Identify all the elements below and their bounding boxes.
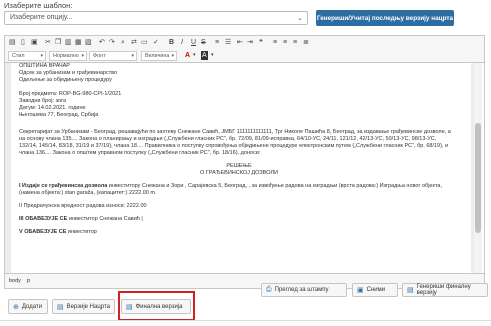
replace-icon[interactable]: ⇄ [131,38,137,47]
print-preview-button[interactable]: ⎙ Преглед за штампу [261,283,347,297]
numbered-list-icon[interactable]: ≡ [215,38,219,47]
cut-icon[interactable]: ✂ [45,38,51,47]
paste-word-icon[interactable]: ▧ [85,38,92,47]
new-page-icon[interactable]: ▯ [21,38,25,47]
doc-section-3-text: инвеститор Снежана Савић [67,216,142,222]
doc-line: Заводни број: зога [19,98,67,104]
align-right-icon[interactable]: ≡ [293,38,297,47]
save-label: Сними [366,287,386,293]
outdent-icon[interactable]: ⇤ [237,38,243,47]
chevron-down-icon[interactable]: ▾ [193,51,196,60]
chevron-down-icon: ▾ [40,53,43,59]
path-body[interactable]: body [9,278,21,284]
size-dropdown[interactable]: Величина ▾ [141,51,177,61]
chevron-down-icon[interactable]: ▾ [211,51,214,60]
doc-body-line: Секретаријат за Урбанизам - Београд, реш… [19,129,451,135]
doc-body-line: на основу члана 135.... Закона о планира… [19,136,437,142]
generate-final-button[interactable]: ▤ Генериши финалну верзију [402,283,488,297]
template-label: Изаберите шаблон: [4,1,73,10]
chevron-down-icon: ▾ [81,53,84,59]
format-dropdown[interactable]: Нормално ▾ [49,51,87,61]
doc-section-1-title: I Издаје се грађевинска дозвола [19,183,108,189]
path-p[interactable]: p [27,278,30,284]
doc-section-4: V ОБАВЕЗУЈЕ СЕ инвеститор [19,229,97,236]
doc-section-2: II Предрачунска вредност радова износи: … [19,203,147,209]
scrollbar-thumb[interactable] [475,123,481,233]
style-dropdown-label: Стил [12,53,25,59]
save-icon: ▣ [357,287,364,294]
doc-section-4-title: V ОБАВЕЗУЈЕ СЕ [19,229,67,235]
print-icon: ⎙ [266,286,272,293]
paste-icon[interactable]: ▥ [65,38,72,47]
text-color-icon[interactable]: A [185,51,190,60]
size-dropdown-label: Величина [145,53,170,59]
add-label: Додати [21,303,43,310]
generate-load-draft-button[interactable]: Генериши/Учитај последњу верзију нацрта [316,10,454,26]
doc-body-line: члана 136.... Закона о општем управном п… [19,150,261,156]
doc-heading: РЕШЕЊЕ [226,163,252,169]
spellcheck-icon[interactable]: ✓ [153,38,159,47]
blockquote-icon[interactable]: ❝ [259,38,263,47]
plus-icon: ⊕ [13,303,19,311]
print-preview-label: Преглед за штампу [274,287,329,293]
doc-body-line: (намена објекта:) stan garaža, (капаците… [19,190,157,196]
style-dropdown[interactable]: Стил ▾ [8,51,46,61]
paste-text-icon[interactable]: ▦ [75,38,82,47]
doc-line: Одељење за обједињену процедуру [19,77,112,83]
italic-icon[interactable]: I [181,38,183,47]
indent-icon[interactable]: ⇥ [247,38,253,47]
align-center-icon[interactable]: ≡ [283,38,287,47]
doc-section-4-text: инвеститор [66,229,97,235]
strike-icon[interactable]: S [201,38,206,47]
find-icon[interactable]: ⌕ [121,38,125,47]
font-dropdown-label: Фонт [93,53,106,59]
copy-icon[interactable]: ❐ [55,38,61,47]
redo-icon[interactable]: ↷ [109,38,115,47]
doc-section-3-title: III ОБАВЕЗУЈЕ СЕ [19,216,68,222]
text-cursor: | [141,216,143,222]
chevron-down-icon: ▾ [171,53,174,59]
document-page: ОПШТИНА ВРАЧАР Одсек за урбанизам и грађ… [11,63,471,273]
generate-final-label: Генериши финалну верзију [416,284,471,296]
save-button[interactable]: ▣ Сними [352,283,398,297]
bold-icon[interactable]: B [169,38,174,47]
doc-section-1: I Издаје се грађевинска дозвола инвестит… [19,183,442,190]
undo-icon[interactable]: ↶ [99,38,105,47]
doc-line: Одсек за урбанизам и грађевинарство [19,70,118,76]
editor-scrollbar[interactable] [474,63,482,273]
document-icon: ▤ [407,287,414,294]
editor-content[interactable]: ОПШТИНА ВРАЧАР Одсек за урбанизам и грађ… [5,63,475,273]
justify-icon[interactable]: ≣ [303,38,309,47]
document-icon: ▤ [57,303,64,311]
source-icon[interactable]: ▤ [9,38,16,47]
template-select[interactable]: Изаберите опцију... ⌄ [4,11,308,25]
rich-text-editor: ▤ ▯ ▣ ✂ ❐ ▥ ▦ ▧ ↶ ↷ ⌕ ⇄ ▭ ✓ B I U S ≡ ☰ … [4,35,485,289]
format-dropdown-label: Нормално [53,53,79,59]
bullet-list-icon[interactable]: ☰ [225,38,231,47]
underline-icon[interactable]: U [191,38,196,47]
template-select-value: Изаберите опцију... [10,14,73,21]
divider [0,320,491,321]
doc-line: Датум: 14.02.2021. године [19,105,86,111]
draft-versions-label: Верзије Нацрта [66,303,111,310]
doc-section-3: III ОБАВЕЗУЈЕ СЕ инвеститор Снежана Сави… [19,216,143,223]
bg-color-icon[interactable]: A [201,51,208,60]
doc-line: Његошева 77, Београд, Србија [19,112,99,118]
doc-line: ОПШТИНА ВРАЧАР [19,63,70,69]
doc-heading: О ГРАЂЕВИНСКОЈ ДОЗВОЛИ [199,170,279,176]
font-dropdown[interactable]: Фонт ▾ [89,51,137,61]
align-left-icon[interactable]: ≡ [273,38,277,47]
doc-body-line: 132/14, 145/14, 83/18, 31/19 и 37/19), ч… [19,143,449,149]
select-all-icon[interactable]: ▭ [141,38,148,47]
preview-icon[interactable]: ▣ [31,38,38,47]
highlight-box [118,291,195,321]
draft-versions-button[interactable]: ▤ Верзије Нацрта [52,299,115,314]
doc-section-1-text: инвеститору Снежана и Зори , Сарајевска … [107,183,442,189]
chevron-down-icon: ⌄ [297,15,303,22]
doc-line: Број предмета: ROP-BG-980-CPI-1/2021 [19,91,122,97]
add-button[interactable]: ⊕ Додати [8,299,48,314]
editor-toolbar-row1: ▤ ▯ ▣ ✂ ❐ ▥ ▦ ▧ ↶ ↷ ⌕ ⇄ ▭ ✓ B I U S ≡ ☰ … [5,36,484,49]
chevron-down-icon: ▾ [131,53,134,59]
editor-toolbar-row2: Стил ▾ Нормално ▾ Фонт ▾ Величина ▾ A ▾ A ▾ [5,49,484,63]
